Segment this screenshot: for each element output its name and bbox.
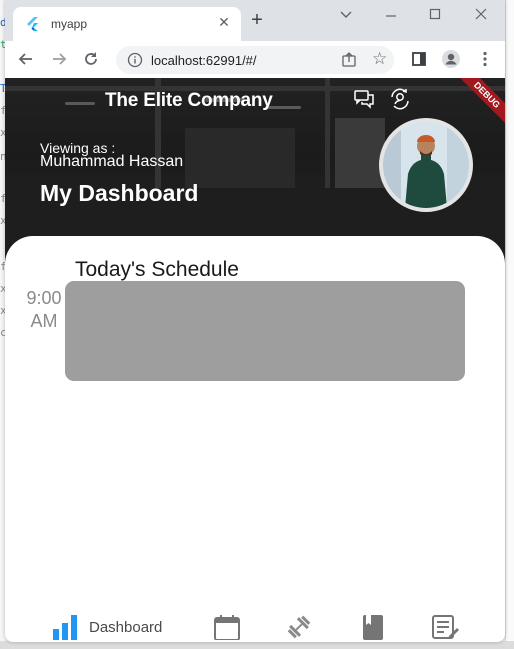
background-window-edge	[505, 0, 514, 649]
address-bar[interactable]: localhost:62991/#/ ☆	[116, 46, 394, 74]
back-arrow-icon[interactable]	[16, 49, 36, 69]
schedule-title: Today's Schedule	[75, 258, 239, 281]
time-period: AM	[30, 311, 58, 331]
viewer-name: Muhammad Hassan	[40, 153, 184, 170]
avatar[interactable]	[379, 118, 473, 212]
time-hour: 9:00	[26, 288, 62, 308]
time-label: 9:00 AM	[17, 287, 71, 333]
taskbar-edge	[0, 641, 514, 649]
nav-item-dashboard[interactable]: Dashboard	[51, 604, 181, 642]
nav-label-dashboard: Dashboard	[89, 619, 163, 636]
company-name: The Elite Company	[105, 90, 273, 111]
notes-edit-icon	[432, 615, 459, 639]
url-text[interactable]: localhost:62991/#/	[151, 53, 257, 68]
calendar-icon	[214, 615, 240, 640]
chat-bubbles-icon[interactable]	[353, 88, 375, 110]
bookmark-star-icon[interactable]: ☆	[372, 50, 390, 68]
side-panel-icon[interactable]	[409, 49, 429, 69]
close-window-icon[interactable]	[471, 4, 491, 24]
tab-strip: myapp ✕ +	[5, 0, 505, 41]
dumbbell-icon	[287, 615, 311, 639]
forward-arrow-icon[interactable]	[49, 49, 69, 69]
browser-window: myapp ✕ + localhost:62991/#/ ☆ The Elite…	[5, 0, 505, 642]
page-title: My Dashboard	[40, 180, 199, 206]
nav-item-notes[interactable]	[431, 604, 461, 642]
person-sync-icon[interactable]	[389, 88, 411, 110]
site-info-icon[interactable]	[127, 52, 143, 68]
flutter-icon	[27, 17, 38, 31]
browser-toolbar: localhost:62991/#/ ☆	[5, 41, 505, 78]
share-icon[interactable]	[340, 51, 358, 69]
nav-item-workouts[interactable]	[285, 604, 315, 642]
browser-menu-icon[interactable]	[475, 49, 495, 69]
schedule-card: Today's Schedule 9:00 AM	[5, 236, 505, 642]
browser-tab[interactable]: myapp ✕	[13, 7, 241, 41]
bar-chart-icon	[53, 615, 77, 640]
minimize-icon[interactable]	[381, 4, 401, 24]
tab-title: myapp	[51, 17, 88, 31]
nav-item-library[interactable]	[359, 604, 389, 642]
maximize-icon[interactable]	[425, 4, 445, 24]
user-photo	[383, 122, 469, 208]
schedule-slot[interactable]	[65, 281, 465, 381]
reload-icon[interactable]	[81, 49, 101, 69]
new-tab-button[interactable]: +	[248, 10, 266, 30]
nav-item-calendar[interactable]	[213, 604, 243, 642]
bottom-navigation: Dashboard	[5, 604, 505, 642]
tab-search-icon[interactable]	[336, 4, 356, 24]
profile-icon[interactable]	[441, 49, 461, 69]
app-viewport: The Elite Company DEBUG Viewing as : Muh…	[5, 78, 505, 642]
book-icon	[363, 615, 383, 640]
tab-close-icon[interactable]: ✕	[216, 14, 232, 30]
